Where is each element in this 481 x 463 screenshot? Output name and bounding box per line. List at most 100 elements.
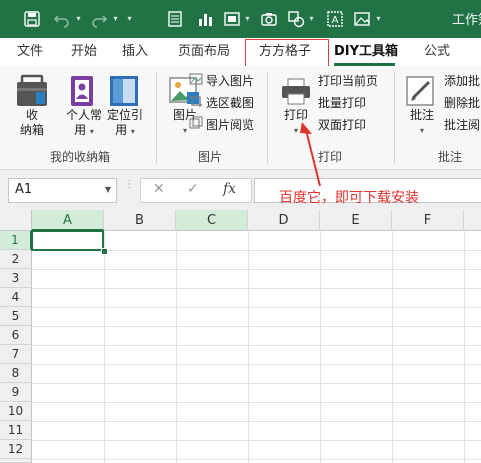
tab-page-layout[interactable]: 页面布局 xyxy=(174,38,234,66)
tab-file[interactable]: 文件 xyxy=(13,38,47,66)
gridline xyxy=(32,440,481,441)
delete-comment-item[interactable]: 删除批 xyxy=(444,93,480,113)
group-label-storage: 我的收纳箱 xyxy=(49,150,110,164)
select-all-corner[interactable] xyxy=(0,210,32,231)
gridline xyxy=(248,231,249,463)
delete-comment-label: 删除批 xyxy=(444,96,481,110)
row-header-12[interactable]: 12 xyxy=(0,440,32,459)
shapes-icon[interactable] xyxy=(286,9,306,29)
row-header-2[interactable]: 2 xyxy=(0,250,32,269)
comment-icon[interactable] xyxy=(405,74,437,108)
import-image-icon xyxy=(189,72,203,92)
comment-button[interactable]: 批注 ▾ xyxy=(405,108,439,138)
gridline xyxy=(32,307,481,308)
svg-text:A: A xyxy=(332,15,339,26)
print-current-page-item[interactable]: 打印当前页 xyxy=(318,71,378,91)
undo-dropdown-icon[interactable]: ▾ xyxy=(74,12,83,26)
fill-handle[interactable] xyxy=(101,248,108,255)
redo-icon[interactable] xyxy=(89,9,109,29)
picture-browse-item[interactable]: 图片阅览 xyxy=(189,115,254,135)
personal-common-label-1: 个人常 xyxy=(65,108,102,122)
column-header-a[interactable]: A xyxy=(32,210,104,231)
personal-common-icon[interactable] xyxy=(67,74,99,108)
gridline xyxy=(104,231,105,463)
row-header-8[interactable]: 8 xyxy=(0,364,32,383)
group-label-picture: 图片 xyxy=(197,150,222,164)
form-icon[interactable] xyxy=(165,9,185,29)
column-header-b[interactable]: B xyxy=(104,210,176,231)
storage-box-button[interactable]: 收 纳箱 xyxy=(18,108,46,138)
tab-diy-toolbox[interactable]: DIY工具箱 xyxy=(334,38,398,66)
camera-icon[interactable] xyxy=(259,9,279,29)
batch-print-label: 批量打印 xyxy=(318,96,367,110)
resize-handle-icon[interactable]: ⋮ xyxy=(124,180,134,197)
tab-home[interactable]: 开始 xyxy=(67,38,101,66)
printer-icon[interactable] xyxy=(281,78,311,106)
row-header-11[interactable]: 11 xyxy=(0,421,32,440)
column-header-f[interactable]: F xyxy=(392,210,464,231)
storage-box-icon[interactable] xyxy=(14,74,50,108)
column-header-partial[interactable] xyxy=(464,210,481,231)
locate-reference-button[interactable]: 定位引 用 ▾ xyxy=(104,108,146,139)
gridline xyxy=(32,364,481,365)
crop-icon xyxy=(189,94,203,114)
personal-common-button[interactable]: 个人常 用 ▾ xyxy=(63,108,105,139)
screenshot-icon[interactable] xyxy=(222,9,242,29)
import-picture-item[interactable]: 导入图片 xyxy=(189,71,254,91)
region-screenshot-label: 选区截图 xyxy=(206,96,255,110)
add-comment-label: 添加批 xyxy=(444,74,481,88)
gridline xyxy=(32,345,481,346)
batch-print-item[interactable]: 批量打印 xyxy=(318,93,366,113)
locate-reference-label-2: 用 xyxy=(115,123,128,137)
personal-common-label-2: 用 xyxy=(74,123,87,137)
row-header-6[interactable]: 6 xyxy=(0,326,32,345)
enter-icon[interactable]: ✓ xyxy=(187,181,199,197)
column-header-e[interactable]: E xyxy=(320,210,392,231)
tab-insert[interactable]: 插入 xyxy=(118,38,152,66)
print-current-page-label: 打印当前页 xyxy=(318,74,379,88)
cancel-icon[interactable]: ✕ xyxy=(153,181,165,197)
undo-icon[interactable] xyxy=(52,9,72,29)
save-icon[interactable] xyxy=(22,9,42,29)
row-header-7[interactable]: 7 xyxy=(0,345,32,364)
annotation-arrow xyxy=(300,122,321,187)
formula-buttons: ✕ ✓ fx xyxy=(140,178,252,203)
worksheet-grid[interactable]: A B C D E F 1 2 3 4 5 6 7 8 9 10 11 12 xyxy=(0,210,481,463)
gridline xyxy=(464,231,465,463)
picture-browse-label: 图片阅览 xyxy=(206,118,255,132)
more-commands-icon[interactable]: ▾ xyxy=(125,12,134,26)
row-header-4[interactable]: 4 xyxy=(0,288,32,307)
gridline xyxy=(32,421,481,422)
redo-dropdown-icon[interactable]: ▾ xyxy=(111,12,120,26)
locate-reference-icon[interactable] xyxy=(108,74,140,108)
row-header-13[interactable] xyxy=(0,459,32,463)
group-label-comment: 批注 xyxy=(437,150,462,164)
customize-toolbar-icon[interactable]: ▾ xyxy=(374,12,383,26)
tab-formulas[interactable]: 公式 xyxy=(420,38,454,66)
screenshot-dropdown-icon[interactable]: ▾ xyxy=(243,12,252,26)
chevron-down-icon[interactable]: ▼ xyxy=(105,179,111,200)
textbox-icon[interactable]: A xyxy=(325,9,345,29)
row-header-3[interactable]: 3 xyxy=(0,269,32,288)
region-screenshot-item[interactable]: 选区截图 xyxy=(189,93,254,113)
group-divider xyxy=(394,72,395,164)
storage-box-label-1: 收 xyxy=(25,108,38,122)
add-comment-item[interactable]: 添加批 xyxy=(444,71,480,91)
column-header-c[interactable]: C xyxy=(176,210,248,231)
image-icon[interactable] xyxy=(352,9,372,29)
row-header-10[interactable]: 10 xyxy=(0,402,32,421)
chevron-down-icon: ▾ xyxy=(89,127,94,136)
active-cell-a1[interactable] xyxy=(31,230,104,251)
shapes-dropdown-icon[interactable]: ▾ xyxy=(307,12,316,26)
gridline xyxy=(32,402,481,403)
row-header-1[interactable]: 1 xyxy=(0,231,32,250)
row-header-9[interactable]: 9 xyxy=(0,383,32,402)
row-header-5[interactable]: 5 xyxy=(0,307,32,326)
name-box[interactable]: A1 ▼ xyxy=(8,178,117,203)
column-header-d[interactable]: D xyxy=(248,210,320,231)
insert-function-button[interactable]: fx xyxy=(223,181,236,197)
group-divider xyxy=(156,72,157,164)
chart-icon[interactable] xyxy=(195,9,215,29)
storage-box-label-2: 纳箱 xyxy=(19,123,44,137)
browse-comment-item[interactable]: 批注阅 xyxy=(444,115,480,135)
